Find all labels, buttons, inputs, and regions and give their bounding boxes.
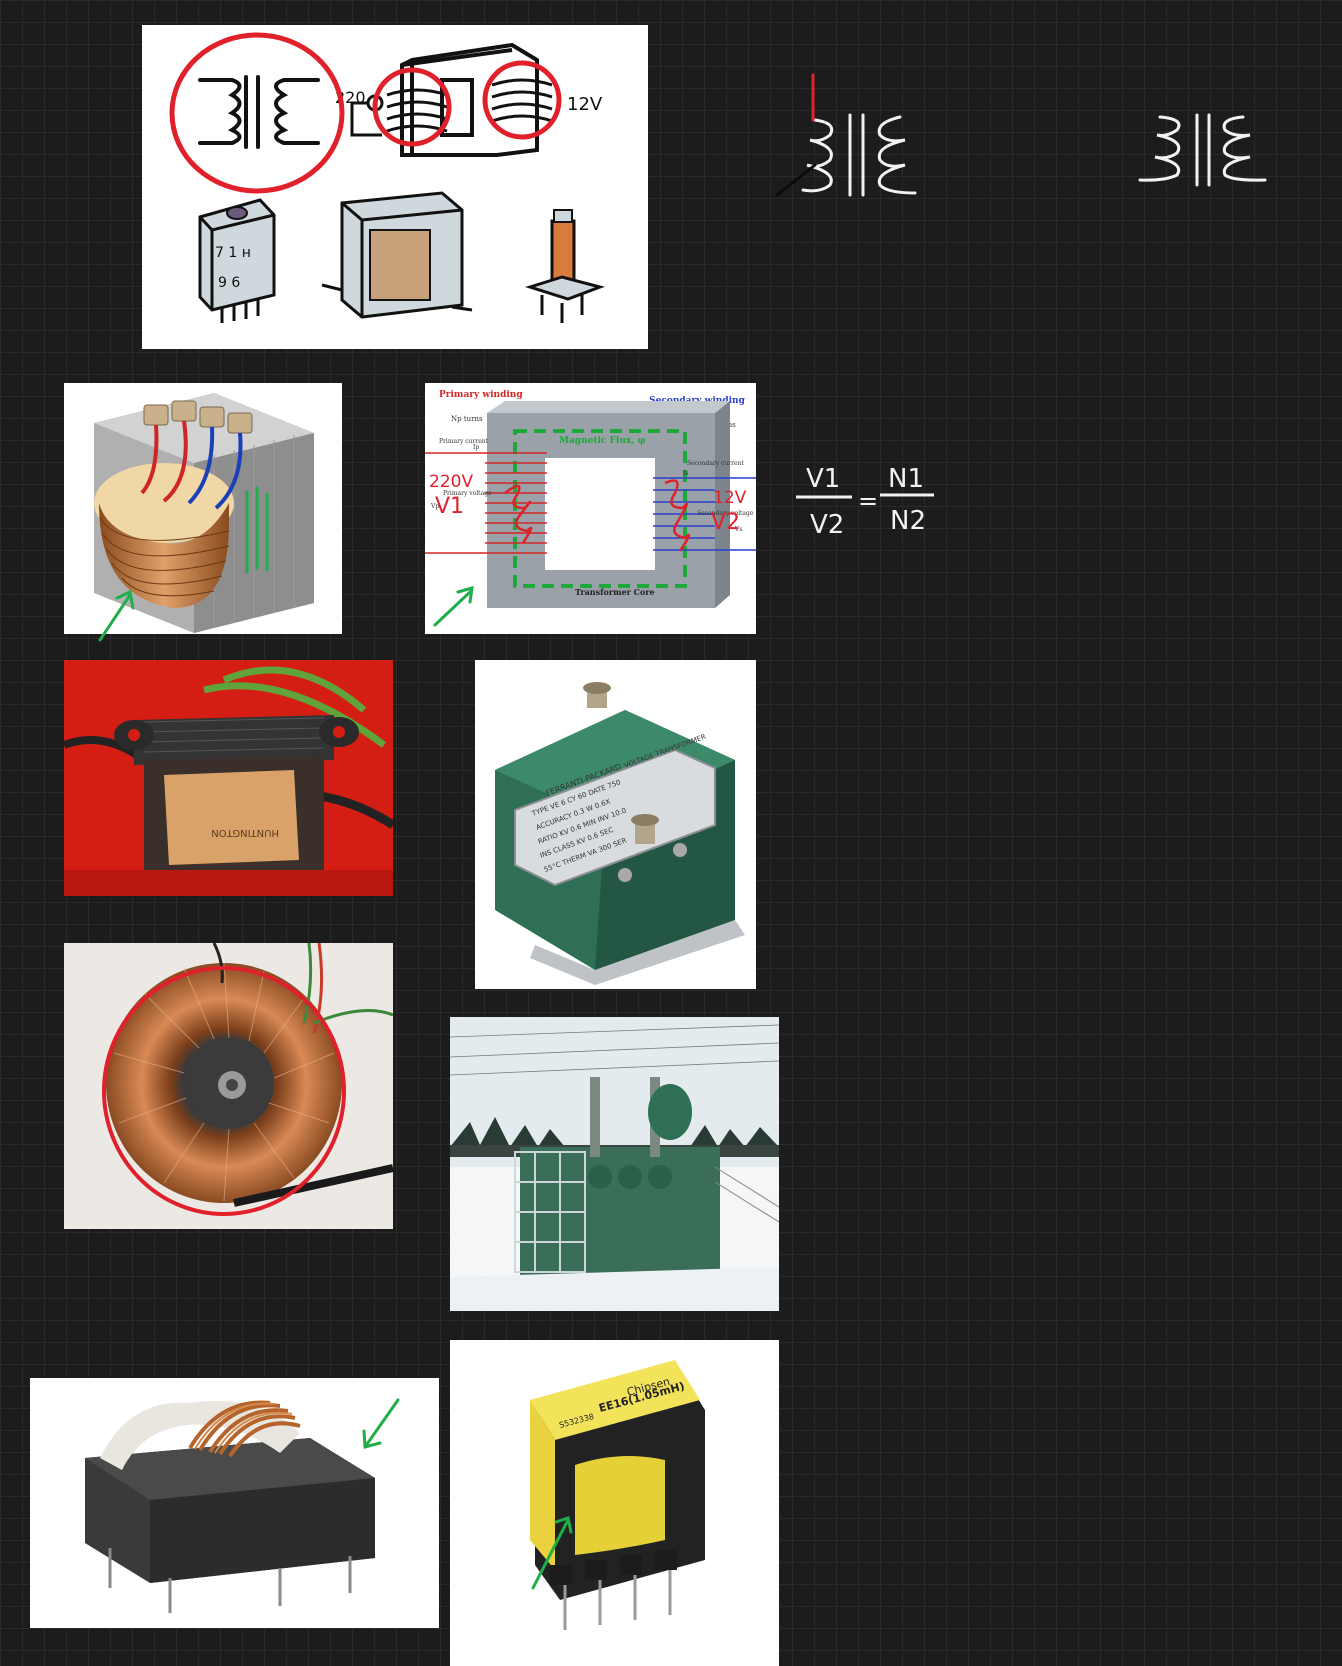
ip-label: Ip: [473, 444, 479, 451]
laminated-transformer-icon: [321, 191, 473, 319]
formula-equals: =: [858, 487, 878, 515]
secondary-current-label: Secondary current: [687, 460, 744, 467]
green-annotation-marks-1: [98, 486, 269, 642]
ee16-transformer-photo[interactable]: Chipsen EE16(1.05mH) S532338: [450, 1340, 779, 1666]
transformer-symbol-sketch-1[interactable]: [775, 65, 975, 215]
is-label: Is: [683, 470, 688, 477]
primary-v-annotation: V1: [435, 494, 464, 519]
voltage-transformer-photo[interactable]: FERRANTI-PACKARD VOLTAGE TRANSFORMER TYP…: [475, 660, 756, 989]
secondary-volt-annotation: 12V: [713, 488, 747, 508]
green-arrow-annotation-4: [531, 1516, 573, 1590]
secondary-v-annotation: V2: [711, 510, 740, 535]
primary-current-label: Primary current: [439, 438, 489, 445]
power-transformer-substation-photo[interactable]: [450, 1017, 779, 1311]
schematic-card[interactable]: 220 12V 7 1 ʜ 9 6: [142, 25, 648, 349]
green-arrow-annotation-2: [433, 585, 474, 627]
core-label: Transformer Core: [575, 587, 655, 597]
np-turns-label: Np turns: [451, 415, 483, 423]
green-arrow-annotation-3: [362, 1398, 400, 1449]
toroidal-transformer-photo[interactable]: [64, 943, 393, 1229]
formula-n2: N2: [890, 506, 926, 536]
magnetic-flux-label: Magnetic Flux, φ: [559, 436, 646, 446]
formula-v2: V2: [810, 510, 844, 540]
primary-volt-annotation: 220V: [429, 472, 473, 492]
small-transformer-photo[interactable]: HUNTINGTON: [64, 660, 393, 896]
primary-winding-label: Primary winding: [439, 390, 523, 400]
pins-top-label: 7 1 ʜ: [215, 245, 251, 261]
transformer-label-text: HUNTINGTON: [211, 827, 279, 838]
formula-n1: N1: [888, 464, 924, 494]
rod-inductor-icon: [524, 209, 605, 323]
turns-ratio-formula[interactable]: V1 V2 = N1 N2: [796, 455, 936, 545]
formula-v1: V1: [806, 464, 840, 494]
label-12v: 12V: [567, 94, 603, 115]
pins-bottom-label: 9 6: [218, 275, 240, 291]
pulse-transformer-icon: 7 1 ʜ 9 6: [198, 198, 276, 323]
transformer-symbol-sketch-2[interactable]: [1135, 105, 1275, 205]
